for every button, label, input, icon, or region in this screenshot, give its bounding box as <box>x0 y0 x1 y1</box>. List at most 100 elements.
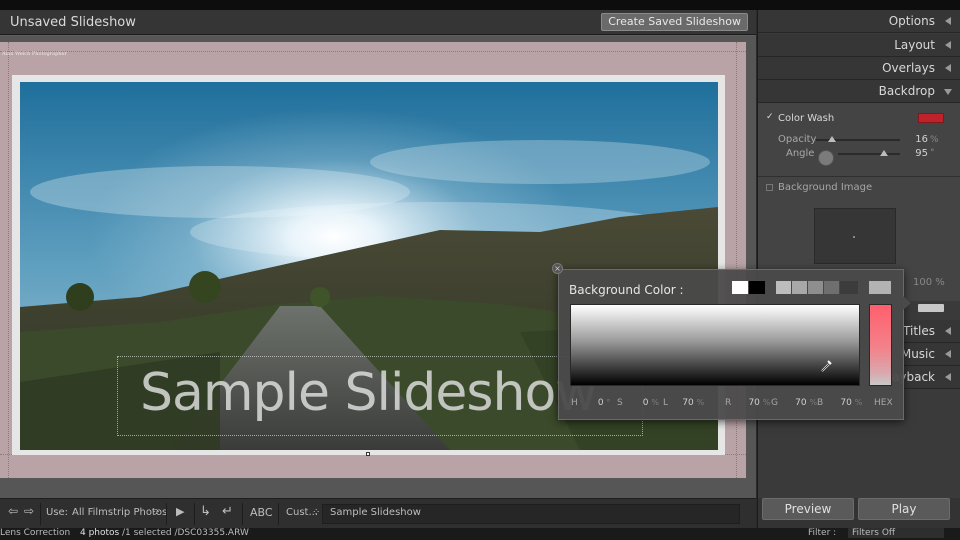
g-value[interactable]: 70 <box>795 398 806 408</box>
background-image-opacity-slider[interactable] <box>918 304 944 312</box>
angle-slider[interactable] <box>838 153 900 155</box>
prev-arrow-icon[interactable]: ⇦ <box>8 504 18 518</box>
guide-line <box>8 42 9 478</box>
section-options[interactable]: Options <box>758 10 960 33</box>
preview-button[interactable]: Preview <box>762 498 854 520</box>
popup-pointer <box>903 296 911 310</box>
section-label: Music <box>900 347 935 361</box>
divider <box>242 503 243 525</box>
add-text-button[interactable]: ABC <box>250 506 273 519</box>
filter-label: Filter : <box>808 528 837 538</box>
resize-handle[interactable] <box>366 452 370 456</box>
main-header: Unsaved Slideshow Create Saved Slideshow <box>0 10 756 35</box>
section-label: Options <box>888 14 935 28</box>
r-value[interactable]: 70 <box>748 398 759 408</box>
section-label: Titles <box>903 324 935 338</box>
percent-unit: % <box>930 135 939 145</box>
h-label: H <box>571 398 578 408</box>
background-color-picker: Background Color : H 0 ° S 0 % L 70 % R … <box>558 269 904 420</box>
hue-slider[interactable] <box>869 304 892 386</box>
chevron-updown-icon[interactable]: ⁘ <box>152 507 160 518</box>
picker-title: Background Color : <box>569 283 684 297</box>
close-icon[interactable]: × <box>552 263 563 274</box>
b-label: B <box>817 398 824 408</box>
green-readout[interactable]: G 70 % <box>771 398 817 408</box>
l-value[interactable]: 70 <box>682 398 693 408</box>
section-label: Backdrop <box>878 84 935 98</box>
h-value[interactable]: 0 <box>598 398 604 408</box>
eyedropper-icon[interactable] <box>819 359 833 373</box>
collapse-arrow-icon <box>945 17 951 25</box>
angle-label: Angle <box>786 148 815 159</box>
saturation-readout[interactable]: S 0 % <box>617 398 659 408</box>
rotate-left-icon[interactable]: ↳ <box>200 504 211 519</box>
g-label: G <box>771 398 778 408</box>
well-center-dot <box>853 236 855 238</box>
l-label: L <box>663 398 669 408</box>
swatch-white[interactable] <box>732 281 748 294</box>
opacity-value[interactable]: 16 <box>902 134 928 145</box>
divider <box>278 503 279 525</box>
opacity-slider-thumb[interactable] <box>828 136 836 142</box>
collapse-arrow-icon <box>945 64 951 72</box>
slideshow-title: Unsaved Slideshow <box>10 15 136 30</box>
play-icon[interactable]: ▶ <box>176 505 184 518</box>
b-value[interactable]: 70 <box>840 398 851 408</box>
rotate-right-icon[interactable]: ↵ <box>222 504 233 519</box>
angle-slider-thumb[interactable] <box>880 150 888 156</box>
swatch-gray-1[interactable] <box>776 281 791 294</box>
color-field[interactable] <box>570 304 860 386</box>
opacity-label: Opacity <box>778 134 817 145</box>
create-saved-slideshow-button[interactable]: Create Saved Slideshow <box>601 13 748 31</box>
hex-toggle[interactable]: HEX <box>874 398 893 408</box>
checkmark-icon[interactable]: ✓ <box>766 112 774 122</box>
red-readout[interactable]: R 70 % <box>725 398 770 408</box>
slideshow-toolbar: ⇦ ⇨ Use: All Filmstrip Photos ⁘ ▶ ↳ ↵ AB… <box>0 498 756 528</box>
color-wash-swatch[interactable] <box>918 113 944 123</box>
guide-line <box>0 51 746 52</box>
hue-readout[interactable]: H 0 ° <box>571 398 610 408</box>
background-image-well[interactable] <box>814 208 896 264</box>
collapse-arrow-icon <box>945 327 951 335</box>
section-overlays[interactable]: Overlays <box>758 57 960 80</box>
angle-value[interactable]: 95 <box>902 148 928 159</box>
background-image-checkbox[interactable] <box>766 184 773 191</box>
swatch-gray-4[interactable] <box>824 281 839 294</box>
chevron-updown-icon[interactable]: ⁘ <box>312 507 320 518</box>
s-label: S <box>617 398 623 408</box>
s-value[interactable]: 0 <box>643 398 649 408</box>
photo-count: 4 photos <box>80 528 120 538</box>
blue-readout[interactable]: B 70 % <box>817 398 862 408</box>
section-label: Overlays <box>882 61 935 75</box>
play-button[interactable]: Play <box>858 498 950 520</box>
color-wash-label: Color Wash <box>778 113 835 124</box>
swatch-gray-3[interactable] <box>808 281 823 294</box>
section-label: Layout <box>894 38 935 52</box>
divider <box>758 176 960 177</box>
use-label: Use: <box>46 507 69 518</box>
divider <box>40 503 41 525</box>
filter-select[interactable]: Filters Off <box>848 528 944 538</box>
swatch-black[interactable] <box>749 281 765 294</box>
status-left-text: Lens Correction <box>0 528 71 538</box>
collapse-arrow-icon <box>945 350 951 358</box>
section-backdrop[interactable]: Backdrop <box>758 80 960 103</box>
divider <box>166 503 167 525</box>
degree-unit: ° <box>930 148 935 158</box>
top-strip <box>0 0 960 10</box>
selection-info[interactable]: /1 selected /DSC03355.ARW <box>122 528 249 538</box>
section-layout[interactable]: Layout <box>758 34 960 57</box>
status-bar: Lens Correction 4 photos /1 selected /DS… <box>0 528 960 540</box>
preview-play-row: Preview Play <box>758 498 960 528</box>
background-image-label: Background Image <box>778 182 873 193</box>
divider <box>194 503 195 525</box>
current-color-swatch[interactable] <box>869 281 891 294</box>
lightness-readout[interactable]: L 70 % <box>663 398 704 408</box>
text-field-value[interactable]: Sample Slideshow <box>330 507 421 518</box>
swatch-gray-2[interactable] <box>792 281 807 294</box>
identity-plate[interactable]: Alan Welch Photographer <box>2 51 67 57</box>
angle-dial[interactable] <box>818 150 834 166</box>
collapse-arrow-icon <box>945 373 951 381</box>
next-arrow-icon[interactable]: ⇨ <box>24 504 34 518</box>
swatch-gray-5[interactable] <box>840 281 858 294</box>
